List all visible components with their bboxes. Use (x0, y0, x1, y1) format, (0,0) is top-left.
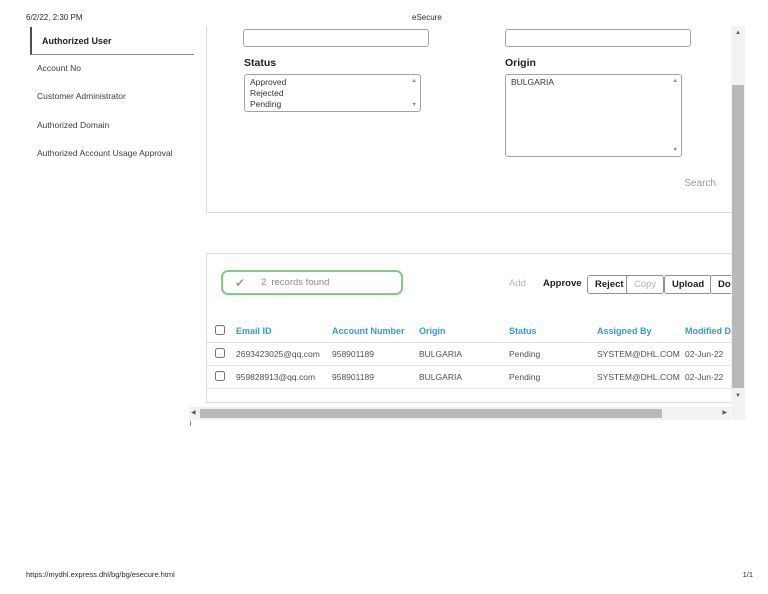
row-checkbox[interactable] (215, 348, 225, 358)
cell-modified: 02-Jun-22 (685, 372, 724, 382)
status-label: Status (244, 57, 277, 69)
footer-url: https://mydhl.express.dhl/bg/bg/esecure.… (26, 570, 175, 579)
cell-origin: BULGARIA (419, 372, 462, 382)
approve-button[interactable]: Approve (543, 275, 582, 292)
reject-button[interactable]: Reject (587, 275, 632, 294)
sidebar-item-customer-administrator[interactable]: Customer Administrator (37, 91, 126, 101)
sidebar-item-label: Authorized Account Usage Approval (37, 148, 173, 158)
table-row: 959828913@qq.com 958901189 BULGARIA Pend… (207, 366, 736, 389)
cell-email: 2693423025@qq.com (236, 349, 320, 359)
select-all-checkbox[interactable] (215, 324, 225, 335)
page-title: eSecure (412, 13, 442, 22)
print-artifact-tick (190, 421, 191, 426)
status-option-rejected[interactable]: Rejected (245, 88, 420, 99)
sidebar-item-label: Customer Administrator (37, 91, 126, 101)
cell-modified: 02-Jun-22 (685, 349, 724, 359)
records-found-badge: ✔ 2 records found (221, 270, 403, 295)
sidebar-item-account-no[interactable]: Account No (37, 63, 81, 73)
footer-page-number: 1/1 (742, 570, 753, 579)
search-field-1[interactable] (243, 29, 429, 47)
cell-assigned: SYSTEM@DHL.COM (597, 349, 680, 359)
cell-account: 958901189 (332, 349, 374, 359)
scroll-up-icon[interactable]: ▲ (673, 78, 678, 84)
row-checkbox[interactable] (215, 371, 225, 381)
status-listbox[interactable]: Approved Rejected Pending ▲ ▼ (244, 74, 421, 112)
col-header-account[interactable]: Account Number (332, 326, 419, 336)
scroll-right-icon[interactable]: ▶ (722, 410, 727, 417)
vertical-scrollbar[interactable]: ▲ ▼ (731, 26, 745, 420)
cell-account: 958901189 (332, 372, 374, 382)
results-table: Email ID Account Number Origin Status As… (207, 319, 736, 389)
col-header-origin[interactable]: Origin (419, 326, 509, 336)
add-button[interactable]: Add (509, 275, 526, 292)
origin-label: Origin (505, 57, 536, 69)
checkmark-icon: ✔ (235, 275, 246, 290)
origin-option-bulgaria[interactable]: BULGARIA (506, 75, 681, 88)
cell-status: Pending (509, 349, 541, 359)
scroll-up-icon[interactable]: ▲ (731, 30, 745, 37)
horizontal-scrollbar[interactable]: ◀ ▶ (189, 407, 730, 420)
sidebar-item-label: Authorized User (42, 36, 112, 46)
print-page: 6/2/22, 2:30 PM eSecure Authorized User … (0, 0, 768, 594)
search-form-panel: Status Approved Rejected Pending ▲ ▼ Ori… (206, 26, 737, 213)
results-panel: ✔ 2 records found Add Approve Reject Cop… (206, 253, 737, 403)
origin-listbox[interactable]: BULGARIA ▲ ▼ (505, 74, 682, 157)
scroll-down-icon[interactable]: ▼ (673, 147, 678, 153)
scroll-down-icon[interactable]: ▼ (412, 102, 417, 108)
table-row: 2693423025@qq.com 958901189 BULGARIA Pen… (207, 343, 736, 366)
cell-assigned: SYSTEM@DHL.COM (597, 372, 680, 382)
scroll-left-icon[interactable]: ◀ (191, 410, 196, 417)
sidebar-item-authorized-user[interactable]: Authorized User (30, 27, 194, 55)
horizontal-scrollbar-thumb[interactable] (200, 409, 662, 418)
col-header-email[interactable]: Email ID (236, 326, 332, 336)
status-option-pending[interactable]: Pending (245, 99, 420, 110)
table-header-row: Email ID Account Number Origin Status As… (207, 319, 736, 343)
scroll-up-icon[interactable]: ▲ (412, 78, 417, 84)
scroll-down-icon[interactable]: ▼ (731, 393, 745, 400)
sidebar-item-authorized-account-usage-approval[interactable]: Authorized Account Usage Approval (37, 148, 173, 158)
cell-status: Pending (509, 372, 541, 382)
upload-button[interactable]: Upload (664, 275, 713, 294)
sidebar-item-authorized-domain[interactable]: Authorized Domain (37, 120, 109, 130)
vertical-scrollbar-thumb[interactable] (732, 85, 744, 388)
cell-origin: BULGARIA (419, 349, 462, 359)
copy-button[interactable]: Copy (626, 275, 665, 294)
search-field-2[interactable] (505, 29, 691, 47)
search-button[interactable]: Search (684, 178, 716, 189)
sidebar-item-label: Account No (37, 63, 81, 73)
sidebar-item-label: Authorized Domain (37, 120, 110, 130)
cell-email: 959828913@qq.com (236, 372, 316, 382)
records-count: 2 (261, 277, 267, 288)
records-text: records found (271, 277, 330, 288)
col-header-assigned[interactable]: Assigned By (597, 326, 685, 336)
status-option-approved[interactable]: Approved (245, 75, 420, 88)
col-header-modified[interactable]: Modified Da (685, 326, 736, 336)
print-datetime: 6/2/22, 2:30 PM (26, 13, 83, 22)
col-header-status[interactable]: Status (509, 326, 597, 336)
